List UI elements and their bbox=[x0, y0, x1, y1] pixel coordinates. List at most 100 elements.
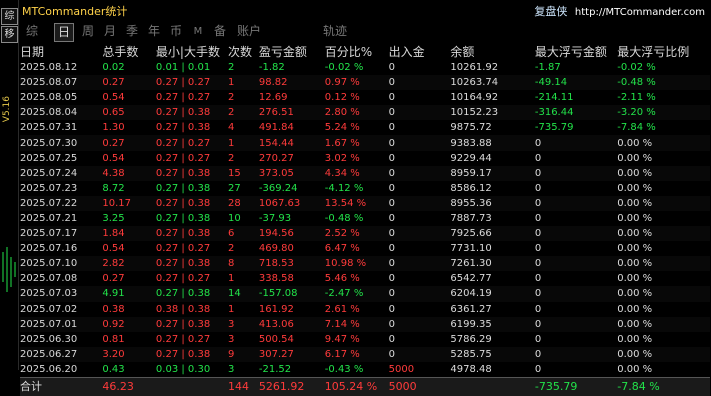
brand-link[interactable]: 复盘侠 http://MTCommander.com bbox=[534, 3, 705, 19]
header-date[interactable]: 日期 bbox=[20, 42, 102, 60]
cell-balance: 6361.27 bbox=[450, 303, 492, 315]
cell-deposit: 0 bbox=[388, 195, 451, 211]
cell-max-dd-amount: 0 bbox=[534, 243, 542, 255]
cell-count: 1 bbox=[228, 135, 259, 151]
tab-week[interactable]: 周 bbox=[78, 23, 98, 40]
table-row[interactable]: 2025.07.31 1.30 0.27 | 0.38 4 491.84 5.24 % 0 9… bbox=[20, 120, 710, 135]
table-row[interactable]: 2025.07.10 2.82 0.27 | 0.38 8 718.53 10.98 % 0… bbox=[20, 256, 710, 272]
table-row[interactable]: 2025.07.08 0.27 0.27 | 0.27 1 338.58 5.46 % 0 6… bbox=[20, 271, 710, 286]
cell-pnl: 307.27 bbox=[258, 346, 325, 362]
cell-deposit: 0 bbox=[388, 92, 396, 104]
table-row[interactable]: 2025.07.24 4.38 0.27 | 0.38 15 373.05 4.34 % 0… bbox=[20, 165, 710, 181]
cell-max-dd-amount: 0 bbox=[534, 135, 618, 151]
table-row[interactable]: 2025.06.27 3.20 0.27 | 0.38 9 307.27 6.17 % 0 5… bbox=[20, 346, 710, 362]
header-pnl[interactable]: 盈亏金额 bbox=[259, 42, 325, 60]
table-row[interactable]: 2025.08.04 0.65 0.27 | 0.38 2 276.51 2.80 % 0 1… bbox=[20, 105, 710, 121]
cell-date: 2025.08.04 bbox=[20, 105, 103, 121]
mini-chart-icon bbox=[2, 247, 16, 292]
brand-name: 复盘侠 bbox=[534, 5, 568, 18]
table-row[interactable]: 2025.07.02 0.38 0.38 | 0.38 1 161.92 2.61 % 0 6… bbox=[20, 302, 710, 317]
cell-total-lots: 1.84 bbox=[102, 226, 156, 242]
cell-count: 28 bbox=[228, 195, 259, 211]
totals-minmax bbox=[155, 376, 228, 396]
table-row[interactable]: 2025.07.17 1.84 0.27 | 0.38 6 194.56 2.52 % 0 7… bbox=[20, 226, 710, 242]
cell-date: 2025.07.22 bbox=[20, 195, 103, 211]
cell-min-max-lots: 0.27 | 0.38 bbox=[155, 182, 211, 194]
header-balance[interactable]: 余额 bbox=[450, 42, 534, 60]
header-max-dd-amount[interactable]: 最大浮亏金额 bbox=[535, 42, 617, 60]
table-row[interactable]: 2025.07.23 8.72 0.27 | 0.38 27 -369.24 -4.12 … bbox=[20, 181, 710, 196]
cell-count: 1 bbox=[228, 273, 235, 285]
tab-year[interactable]: 年 bbox=[144, 23, 164, 40]
move-button[interactable]: 移 bbox=[1, 26, 18, 43]
totals-count: 144 bbox=[228, 376, 259, 396]
table-row[interactable]: 2025.07.25 0.54 0.27 | 0.27 2 270.27 3.02 % 0 9… bbox=[20, 151, 710, 166]
cell-count: 1 bbox=[228, 303, 235, 315]
cell-max-dd-amount: -735.79 bbox=[534, 122, 574, 134]
cell-percent: -4.12 % bbox=[324, 182, 364, 194]
cell-pnl: 194.56 bbox=[258, 226, 325, 242]
cell-percent: 0.12 % bbox=[324, 92, 360, 104]
cell-balance: 10263.74 bbox=[450, 75, 535, 91]
cell-percent: 5.24 % bbox=[324, 122, 360, 134]
cell-date: 2025.08.05 bbox=[20, 92, 78, 104]
cell-count: 8 bbox=[228, 256, 259, 272]
cell-date: 2025.08.07 bbox=[20, 75, 103, 91]
cell-max-dd-amount: 0 bbox=[534, 152, 542, 164]
cell-pnl: 491.84 bbox=[258, 122, 294, 134]
cell-max-dd-amount: 0 bbox=[534, 303, 542, 315]
table-row[interactable]: 2025.07.22 10.17 0.27 | 0.38 28 1067.63 13.54… bbox=[20, 195, 710, 211]
tab-account[interactable]: 账户 bbox=[234, 23, 264, 40]
table-row[interactable]: 2025.07.01 0.92 0.27 | 0.38 3 413.06 7.14 % 0 6… bbox=[20, 316, 710, 332]
cell-min-max-lots: 0.27 | 0.38 bbox=[155, 165, 228, 181]
header-min-max-lots[interactable]: 最小|大手数 bbox=[156, 42, 228, 60]
table-row[interactable]: 2025.07.21 3.25 0.27 | 0.38 10 -37.93 -0.48 %… bbox=[20, 211, 710, 226]
tab-magic[interactable]: M bbox=[190, 23, 206, 40]
header-max-dd-ratio[interactable]: 最大浮亏比例 bbox=[617, 42, 710, 60]
table-row[interactable]: 2025.08.12 0.02 0.01 | 0.01 2 -1.82 -0.02 % 0 1… bbox=[20, 60, 710, 75]
header-total-lots[interactable]: 总手数 bbox=[102, 42, 156, 60]
brand-url[interactable]: http://MTCommander.com bbox=[575, 7, 705, 18]
header-count[interactable]: 次数 bbox=[228, 42, 259, 60]
table-row[interactable]: 2025.08.07 0.27 0.27 | 0.27 1 98.82 0.97 % 0 10… bbox=[20, 75, 710, 91]
cell-max-dd-ratio: 0.00 % bbox=[617, 226, 710, 242]
tab-quarter[interactable]: 季 bbox=[122, 23, 142, 40]
cell-balance: 7925.66 bbox=[450, 226, 535, 242]
cell-percent: 6.47 % bbox=[324, 243, 360, 255]
tab-trajectory[interactable]: 轨迹 bbox=[320, 23, 350, 40]
cell-percent: 10.98 % bbox=[324, 256, 389, 272]
table-row[interactable]: 2025.07.03 4.91 0.27 | 0.38 14 -157.08 -2.47 … bbox=[20, 286, 710, 302]
cell-count: 14 bbox=[228, 286, 259, 302]
tab-day[interactable]: 日 bbox=[54, 23, 74, 42]
tab-overview[interactable]: 综 bbox=[22, 23, 42, 40]
cell-total-lots: 10.17 bbox=[102, 195, 156, 211]
left-toolbar: 综 移 V5.16 bbox=[0, 0, 19, 370]
cell-balance: 9875.72 bbox=[450, 122, 492, 134]
table-row[interactable]: 2025.07.16 0.54 0.27 | 0.27 2 469.80 6.47 % 0 7… bbox=[20, 241, 710, 256]
cell-deposit: 0 bbox=[388, 333, 396, 345]
header-percent[interactable]: 百分比% bbox=[325, 42, 389, 60]
tab-notes[interactable]: 备 bbox=[210, 23, 230, 40]
cell-percent: -0.02 % bbox=[324, 62, 364, 74]
tab-symbol[interactable]: 币 bbox=[166, 23, 186, 40]
cell-pnl: -37.93 bbox=[258, 212, 292, 224]
overview-button[interactable]: 综 bbox=[1, 8, 18, 25]
cell-percent: 6.17 % bbox=[324, 346, 389, 362]
cell-min-max-lots: 0.27 | 0.38 bbox=[155, 316, 228, 332]
cell-max-dd-ratio: 0.00 % bbox=[617, 195, 710, 211]
cell-count: 2 bbox=[228, 105, 259, 121]
table-row[interactable]: 2025.06.30 0.81 0.27 | 0.27 3 500.54 9.47 % 0 5… bbox=[20, 332, 710, 347]
cell-pnl: 718.53 bbox=[258, 256, 325, 272]
totals-percent: 105.24 % bbox=[324, 376, 389, 396]
cell-count: 15 bbox=[228, 165, 259, 181]
table-row[interactable]: 2025.08.05 0.54 0.27 | 0.27 2 12.69 0.12 % 0 10… bbox=[20, 90, 710, 105]
cell-balance: 8959.17 bbox=[450, 165, 535, 181]
cell-min-max-lots: 0.27 | 0.38 bbox=[155, 226, 228, 242]
cell-max-dd-amount: 0 bbox=[534, 165, 618, 181]
header-deposit[interactable]: 出入金 bbox=[389, 42, 451, 60]
table-row[interactable]: 2025.07.30 0.27 0.27 | 0.27 1 154.44 1.67 % 0 9… bbox=[20, 135, 710, 151]
tab-month[interactable]: 月 bbox=[100, 23, 120, 40]
cell-date: 2025.07.31 bbox=[20, 122, 78, 134]
cell-total-lots: 0.02 bbox=[102, 62, 125, 74]
cell-deposit: 0 bbox=[388, 135, 451, 151]
